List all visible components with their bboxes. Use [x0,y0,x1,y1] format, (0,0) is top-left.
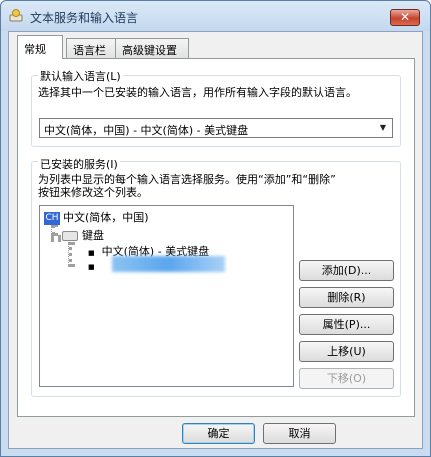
dialog-window: 文本服务和输入语言 ✕ 常规 语言栏 高级键设置 默认输入语言(L) 选择其中一… [0,0,431,457]
installed-services-label: 已安装的服务(I) [38,156,120,172]
properties-button[interactable]: 属性(P)... [299,314,394,335]
tab-advanced-key-settings[interactable]: 高级键设置 [115,38,189,58]
ok-button[interactable]: 确定 [182,423,255,444]
title-bar[interactable]: 文本服务和输入语言 ✕ [1,1,430,31]
default-language-label: 默认输入语言(L) [38,68,123,84]
services-tree[interactable]: CH 中文(简体，中国) 键盘 ■ 中文(简体) - 美式键盘 ■ [39,205,294,387]
tree-category-label: 键盘 [82,229,104,242]
default-language-select[interactable]: 中文(简体，中国) - 中文(简体) - 美式键盘 ▼ [39,118,393,138]
tab-language-bar[interactable]: 语言栏 [66,38,116,58]
close-button[interactable]: ✕ [390,9,420,26]
tree-node-service-redacted[interactable]: ■ [88,259,95,272]
cancel-button[interactable]: 取消 [263,423,336,444]
keyboard-globe-icon [9,9,23,22]
bullet-icon: ■ [88,263,95,271]
window-title: 文本服务和输入语言 [30,11,139,25]
tree-language-label: 中文(简体，中国) [63,211,149,224]
tree-connector [51,235,61,239]
redacted-entry [112,256,225,272]
add-button[interactable]: 添加(D)... [299,260,394,281]
remove-button[interactable]: 删除(R) [299,287,394,308]
tree-node-language[interactable]: CH 中文(简体，中国) [44,209,149,225]
move-up-button[interactable]: 上移(U) [299,341,394,362]
move-down-button[interactable]: 下移(O) [299,368,394,389]
installed-services-description-2: 按钮来修改这个列表。 [38,186,148,199]
tab-general[interactable]: 常规 [17,35,63,59]
default-language-description: 选择其中一个已安装的输入语言，用作所有输入字段的默认语言。 [38,86,357,99]
tree-node-keyboard[interactable]: 键盘 [62,227,104,243]
default-language-selected: 中文(简体，中国) - 中文(简体) - 美式键盘 [44,124,249,137]
tree-connector [68,242,72,267]
chevron-down-icon[interactable]: ▼ [376,121,390,135]
bullet-icon: ■ [88,249,95,257]
keyboard-icon [62,231,78,241]
language-badge: CH [44,211,60,225]
